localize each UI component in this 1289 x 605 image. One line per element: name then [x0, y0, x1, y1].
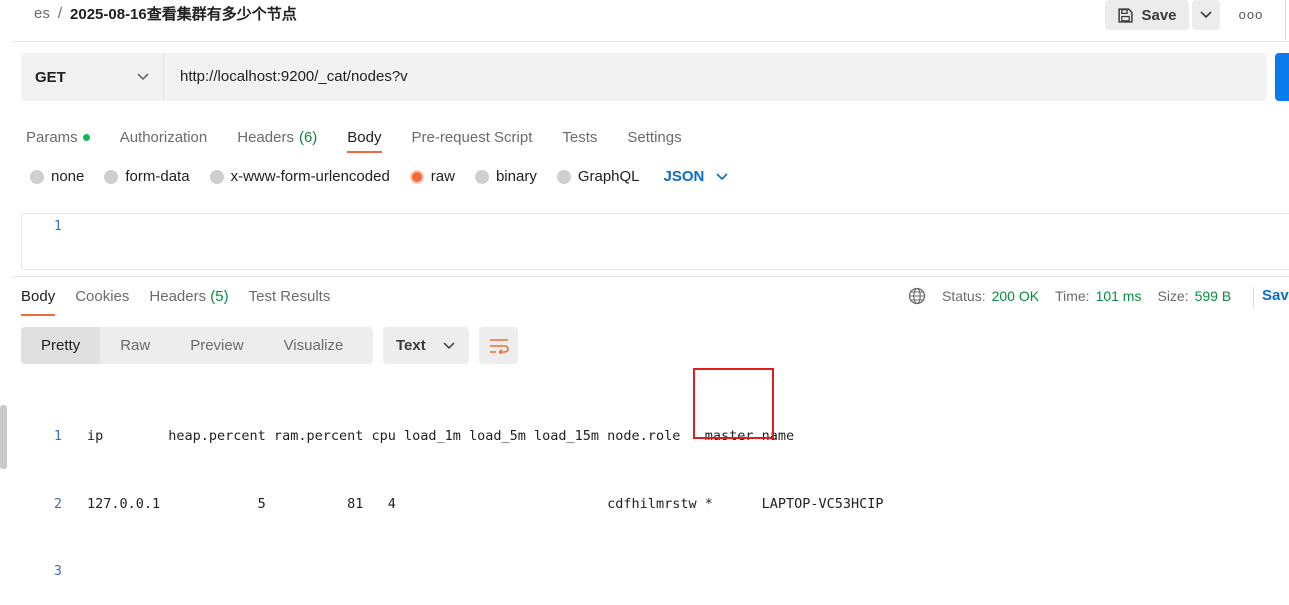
line-number: 2 — [53, 495, 62, 512]
master-column-highlight — [693, 368, 774, 439]
tab-response-headers-count: (5) — [210, 288, 229, 305]
chevron-down-icon — [137, 73, 149, 81]
chevron-down-icon — [716, 172, 728, 180]
send-button[interactable] — [1275, 53, 1289, 101]
view-raw[interactable]: Raw — [100, 327, 170, 364]
response-line: 2 127.0.0.1 5 81 4 cdfhilmrstw * LAPTOP-V… — [40, 493, 884, 516]
breadcrumb-separator: / — [57, 5, 63, 22]
tab-tests[interactable]: Tests — [562, 123, 597, 151]
tab-tests-label: Tests — [562, 128, 598, 146]
params-indicator-dot — [82, 133, 90, 141]
radio-none-label: none — [51, 168, 85, 185]
view-preview[interactable]: Preview — [170, 327, 263, 364]
tab-response-cookies[interactable]: Cookies — [75, 288, 129, 314]
radio-form-data-label: form-data — [125, 168, 190, 185]
request-title[interactable]: 2025-08-16查看集群有多少个节点 — [70, 3, 297, 24]
tab-settings-label: Settings — [627, 128, 682, 146]
radio-raw[interactable]: raw — [409, 168, 455, 185]
line-text: 127.0.0.1 5 81 4 cdfhilmrstw * LAPTOP-VC… — [87, 495, 884, 512]
response-meta: Status: 200 OK Time: 101 ms Size: 599 B — [908, 287, 1241, 305]
header-divider — [12, 41, 1289, 42]
body-type-selector: none form-data x-www-form-urlencoded raw… — [30, 168, 728, 185]
more-icon: ooo — [1238, 6, 1264, 22]
time-label: Time: — [1055, 288, 1090, 304]
chevron-down-icon — [1200, 11, 1212, 19]
breadcrumb: es / 2025-08-16查看集群有多少个节点 — [34, 3, 297, 24]
response-line: 3 — [40, 560, 884, 583]
format-select[interactable]: JSON — [664, 168, 729, 185]
status-label: Status: — [942, 288, 986, 304]
status-value[interactable]: 200 OK — [992, 288, 1039, 304]
wrap-lines-icon — [489, 338, 509, 354]
tab-test-results[interactable]: Test Results — [249, 288, 331, 314]
time-value[interactable]: 101 ms — [1096, 288, 1142, 304]
tab-params[interactable]: Params — [26, 123, 90, 151]
size-value[interactable]: 599 B — [1195, 288, 1232, 304]
radio-button — [556, 169, 571, 184]
radio-graphql-label: GraphQL — [577, 168, 640, 185]
tab-body-label: Body — [347, 128, 382, 146]
format-label: JSON — [663, 168, 705, 185]
breadcrumb-collection[interactable]: es — [34, 5, 50, 22]
wrap-lines-button[interactable] — [479, 327, 518, 364]
header-divider-vertical — [1285, 0, 1286, 40]
chevron-down-icon — [443, 341, 455, 349]
radio-button — [30, 169, 44, 184]
tab-settings[interactable]: Settings — [627, 123, 681, 151]
radio-urlencoded-label: x-www-form-urlencoded — [230, 168, 390, 185]
radio-button — [104, 169, 119, 184]
tab-headers[interactable]: Headers (6) — [237, 123, 317, 151]
tab-pre-request-script-label: Pre-request Script — [411, 128, 533, 146]
url-input[interactable]: http://localhost:9200/_cat/nodes?v — [180, 68, 408, 85]
method-select[interactable]: GET — [21, 53, 164, 101]
view-pretty[interactable]: Pretty — [21, 327, 101, 364]
line-text: ip heap.percent ram.percent cpu load_1m … — [87, 428, 795, 444]
save-label: Save — [1141, 6, 1177, 24]
save-icon — [1118, 7, 1134, 23]
radio-none[interactable]: none — [30, 168, 84, 185]
globe-icon[interactable] — [908, 287, 926, 305]
tab-response-body[interactable]: Body — [21, 288, 56, 316]
response-view-toggle: Pretty Raw Preview Visualize — [21, 327, 373, 364]
tab-headers-count: (6) — [298, 128, 318, 146]
radio-button-selected — [409, 169, 424, 184]
tab-authorization[interactable]: Authorization — [120, 123, 208, 151]
save-button[interactable]: Save — [1105, 0, 1189, 30]
radio-graphql[interactable]: GraphQL — [556, 168, 640, 185]
response-divider[interactable] — [12, 276, 1289, 277]
tab-authorization-label: Authorization — [119, 128, 208, 146]
request-tabs: Params Authorization Headers (6) Body Pr… — [26, 123, 712, 153]
size-label: Size: — [1157, 288, 1189, 304]
radio-button — [209, 169, 224, 184]
tab-response-headers[interactable]: Headers (5) — [149, 288, 228, 314]
view-visualize[interactable]: Visualize — [264, 327, 364, 364]
request-body-editor[interactable] — [21, 213, 1289, 270]
method-label: GET — [35, 68, 66, 86]
tab-response-headers-label: Headers — [149, 288, 207, 305]
tab-pre-request-script[interactable]: Pre-request Script — [412, 123, 533, 151]
radio-button — [474, 169, 489, 184]
response-format-select[interactable]: Text — [383, 327, 469, 364]
line-number: 3 — [53, 563, 62, 579]
radio-form-data[interactable]: form-data — [104, 168, 190, 185]
radio-x-www-form-urlencoded[interactable]: x-www-form-urlencoded — [209, 168, 390, 185]
radio-raw-label: raw — [430, 168, 455, 185]
tab-params-label: Params — [26, 128, 78, 146]
radio-binary[interactable]: binary — [474, 168, 537, 185]
response-tabs: Body Cookies Headers (5) Test Results — [21, 288, 350, 316]
save-dropdown-button[interactable] — [1192, 0, 1220, 30]
editor-line-number: 1 — [54, 219, 62, 234]
save-response-button[interactable]: Sav — [1253, 287, 1289, 309]
response-format-label: Text — [396, 337, 426, 354]
tab-headers-label: Headers — [237, 128, 294, 146]
radio-binary-label: binary — [495, 168, 537, 185]
line-number: 1 — [53, 428, 62, 444]
scrollbar-thumb[interactable] — [0, 405, 7, 469]
tab-body[interactable]: Body — [347, 123, 382, 153]
more-options-button[interactable]: ooo — [1236, 2, 1266, 26]
